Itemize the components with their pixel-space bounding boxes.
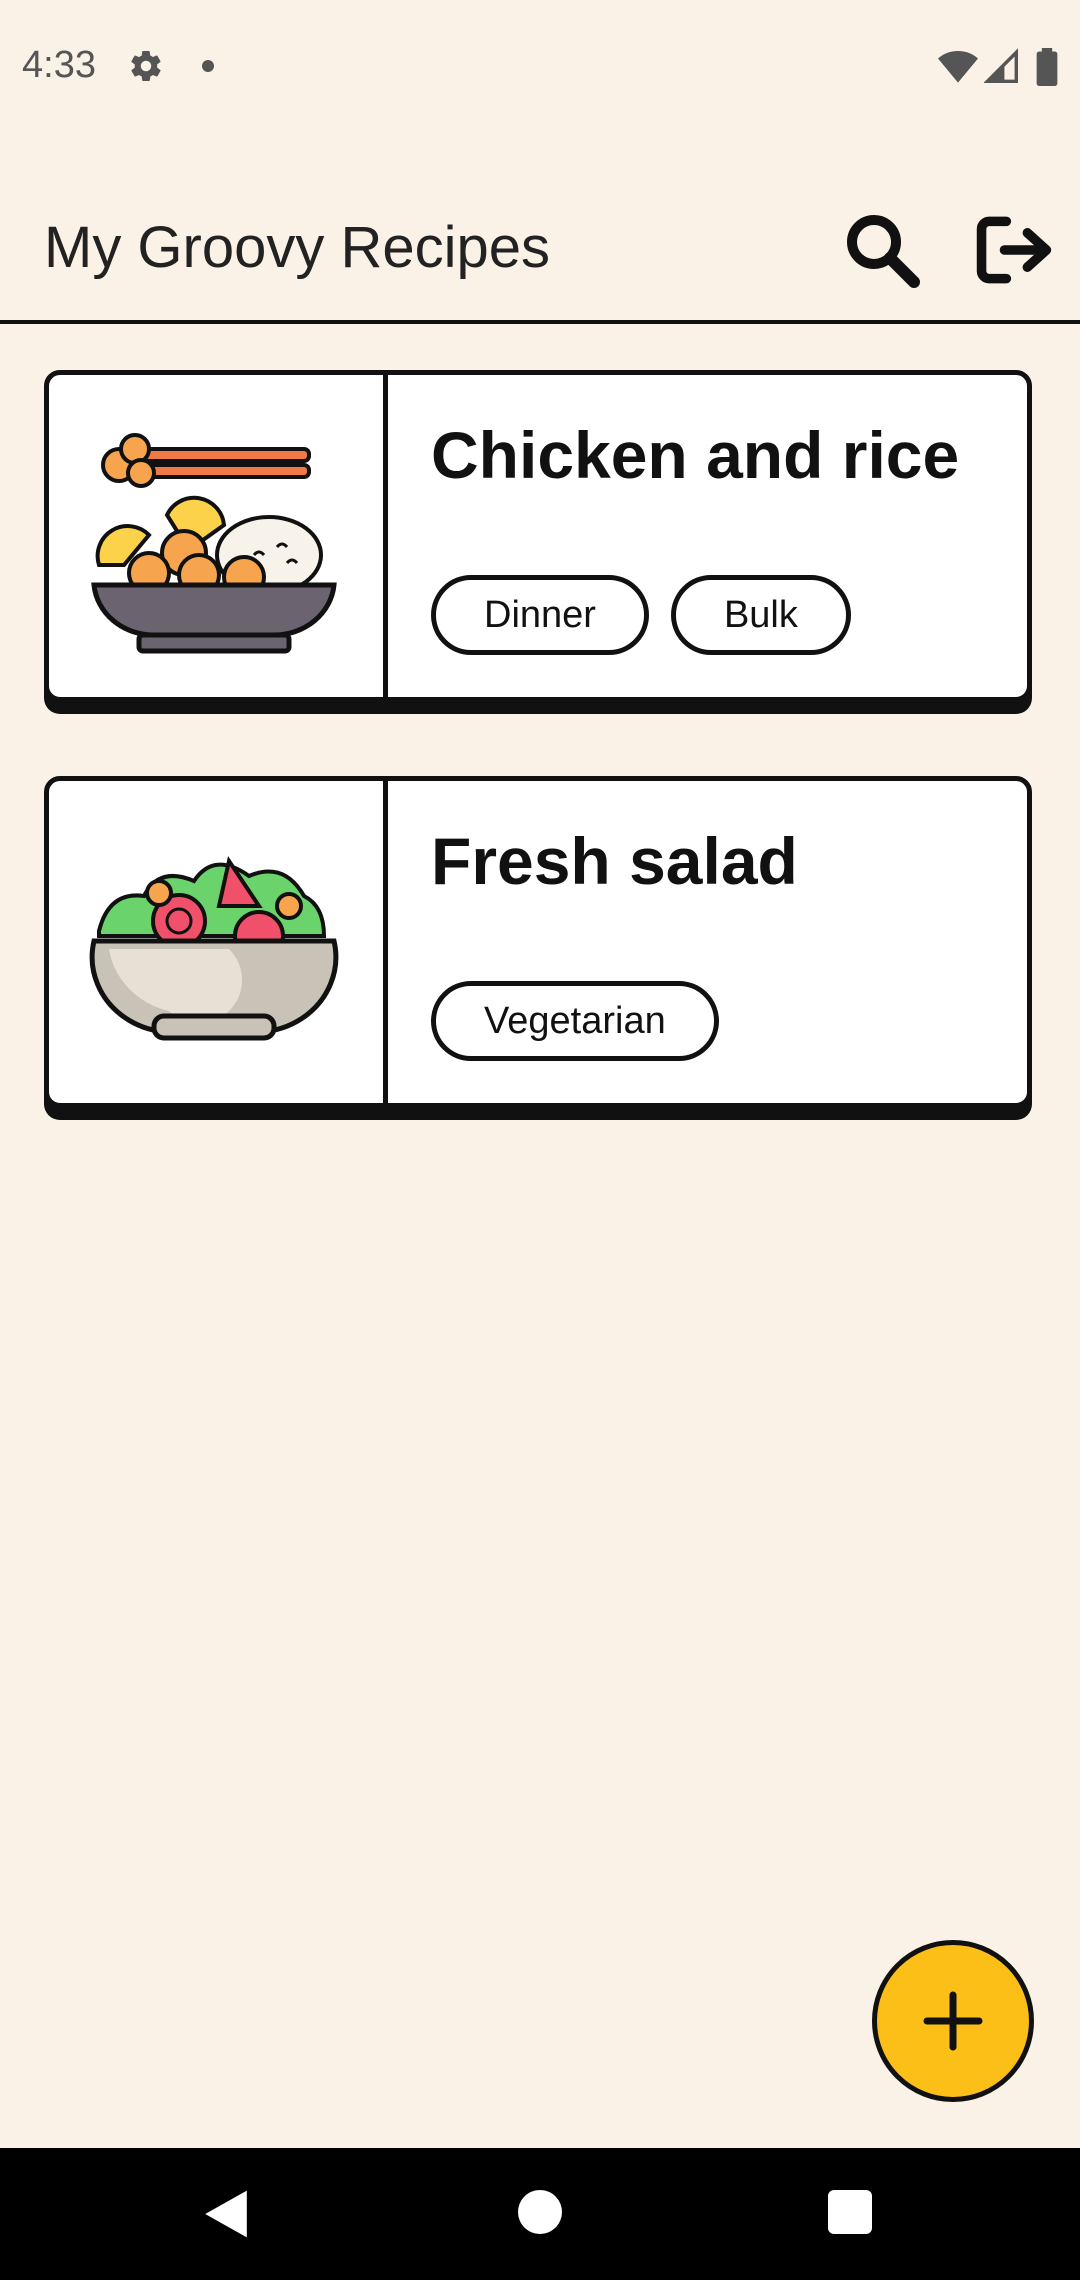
status-time: 4:33 [22, 44, 96, 86]
back-icon[interactable] [200, 2188, 252, 2240]
recents-icon[interactable] [828, 2190, 872, 2234]
tag-list: Dinner Bulk [431, 575, 851, 655]
recipe-image [49, 781, 388, 1103]
salad-bowl-icon [89, 855, 339, 1041]
tag-chip[interactable]: Vegetarian [431, 981, 719, 1061]
logout-icon[interactable] [972, 210, 1056, 290]
battery-icon [1036, 48, 1058, 86]
wifi-icon [938, 51, 978, 83]
recipe-card[interactable]: Chicken and rice Dinner Bulk [44, 370, 1032, 702]
system-nav-bar [0, 2148, 1080, 2280]
recipe-card[interactable]: Fresh salad Vegetarian [44, 776, 1032, 1108]
page-title: My Groovy Recipes [44, 215, 551, 280]
recipe-title: Chicken and rice [431, 418, 960, 492]
tag-chip[interactable]: Bulk [670, 575, 851, 655]
notification-dot-icon [202, 60, 214, 72]
chicken-rice-bowl-icon [91, 433, 337, 654]
signal-icon [984, 48, 1018, 83]
add-recipe-button[interactable] [872, 1940, 1034, 2102]
tag-list: Vegetarian [431, 981, 719, 1061]
plus-icon [923, 1991, 983, 2051]
recipe-title: Fresh salad [431, 824, 798, 898]
settings-gear-icon [131, 50, 161, 82]
home-icon[interactable] [518, 2190, 562, 2234]
search-icon[interactable] [842, 210, 922, 290]
recipe-image [49, 375, 388, 697]
app-bar: My Groovy Recipes [0, 180, 1080, 324]
status-bar: 4:33 [0, 0, 1080, 130]
tag-chip[interactable]: Dinner [431, 575, 649, 655]
